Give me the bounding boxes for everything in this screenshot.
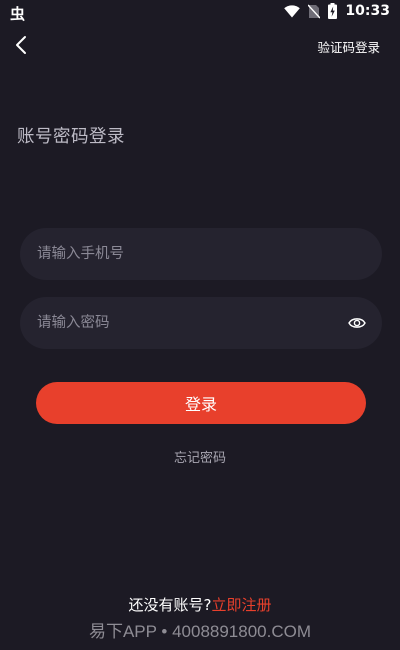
eye-icon[interactable]	[348, 316, 366, 330]
phone-input[interactable]	[20, 228, 382, 280]
phone-field	[20, 228, 382, 280]
password-input[interactable]	[20, 297, 348, 349]
chevron-left-icon	[16, 36, 26, 54]
page-title: 账号密码登录	[17, 127, 125, 147]
back-button[interactable]	[12, 34, 32, 56]
no-sim-icon	[308, 4, 321, 19]
login-button[interactable]: 登录	[36, 382, 366, 424]
status-time: 10:33	[345, 3, 390, 19]
status-icons: 10:33	[284, 3, 390, 19]
status-bar: 虫 10:33	[0, 0, 400, 26]
password-field	[20, 297, 382, 349]
register-link[interactable]: 立即注册	[211, 596, 271, 614]
forgot-password-link[interactable]: 忘记密码	[0, 447, 400, 466]
no-account-text: 还没有账号?	[128, 596, 212, 614]
register-prompt: 还没有账号?立即注册	[0, 594, 400, 615]
watermark: 易下APP • 4008891800.COM	[88, 622, 312, 641]
status-app-glyph: 虫	[10, 5, 26, 23]
wifi-icon	[284, 4, 301, 18]
battery-charging-icon	[328, 3, 338, 19]
sms-code-login-link[interactable]: 验证码登录	[317, 37, 380, 56]
